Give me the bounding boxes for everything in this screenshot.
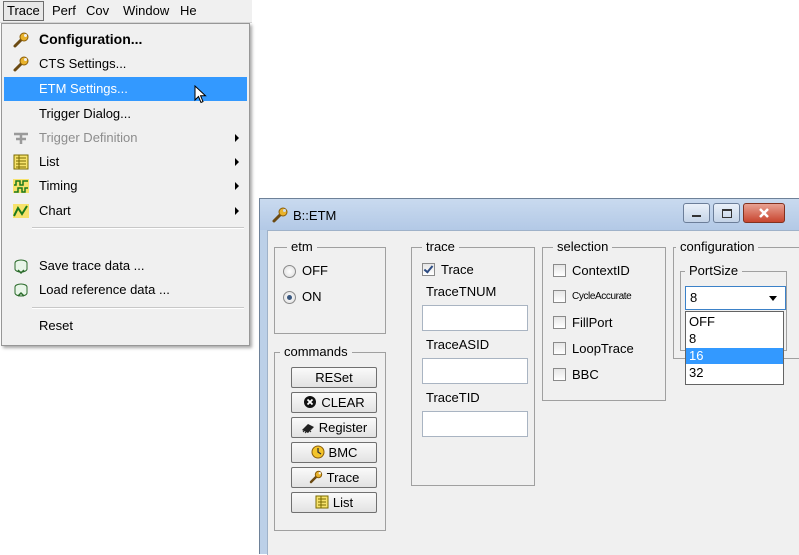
trace-menu: Configuration... CTS Settings... ETM Set… xyxy=(1,23,250,346)
menu-item-save-trace-data[interactable]: Save trace data ... xyxy=(4,254,247,278)
portsize-selected-value: 8 xyxy=(690,290,698,305)
menu-item-list[interactable]: List xyxy=(4,150,247,174)
menu-trace[interactable]: Trace xyxy=(3,1,44,21)
fillport-label[interactable]: FillPort xyxy=(572,315,612,330)
list-button[interactable]: List xyxy=(291,492,377,513)
portsize-option-32[interactable]: 32 xyxy=(686,365,783,381)
trace-checkbox[interactable] xyxy=(422,263,435,276)
portsize-option-off[interactable]: OFF xyxy=(686,314,783,330)
reset-button[interactable]: RESet xyxy=(291,367,377,388)
portsize-select[interactable]: 8 xyxy=(685,286,786,310)
menu-item-cts-settings[interactable]: CTS Settings... xyxy=(4,52,247,76)
submenu-arrow-icon xyxy=(235,207,239,215)
menu-item-etm-settings[interactable]: ETM Settings... xyxy=(4,77,247,104)
traceasid-input[interactable] xyxy=(422,358,528,384)
maximize-button[interactable] xyxy=(713,203,740,223)
portsize-label: PortSize xyxy=(685,263,743,278)
menu-separator xyxy=(32,227,244,229)
traceasid-label: TraceASID xyxy=(423,337,493,352)
contextid-label[interactable]: ContextID xyxy=(572,263,630,278)
clear-icon xyxy=(304,396,317,408)
menu-item-reset[interactable]: Reset xyxy=(4,314,247,338)
chip-icon xyxy=(301,424,314,434)
wrench-icon xyxy=(13,32,29,48)
configuration-group-title: configuration xyxy=(676,239,759,254)
commands-group-title: commands xyxy=(280,344,352,359)
chart-icon xyxy=(13,204,29,218)
close-icon xyxy=(759,208,769,218)
chevron-down-icon xyxy=(769,296,777,301)
bmc-clock-icon xyxy=(311,445,325,459)
menu-perf[interactable]: Perf xyxy=(52,3,76,19)
etm-group: etm OFF ON xyxy=(274,239,386,334)
menu-item-trigger-definition: Trigger Definition xyxy=(4,126,247,150)
menu-cov[interactable]: Cov xyxy=(86,3,109,19)
menu-window[interactable]: Window xyxy=(123,3,169,19)
window-client-area: etm OFF ON commands RESet CLEAR Register xyxy=(267,230,799,555)
timing-icon xyxy=(13,179,29,193)
menu-item-trigger-dialog[interactable]: Trigger Dialog... xyxy=(4,102,247,126)
minimize-icon xyxy=(692,215,701,217)
menu-item-configuration[interactable]: Configuration... xyxy=(4,28,247,52)
cycleaccurate-label[interactable]: CycleAccurate xyxy=(572,291,632,302)
maximize-icon xyxy=(722,209,732,218)
etm-off-label[interactable]: OFF xyxy=(302,263,328,278)
menu-bar: Trace Perf Cov Window He xyxy=(0,0,252,23)
etm-on-label[interactable]: ON xyxy=(302,289,322,304)
trace-group-title: trace xyxy=(422,239,459,254)
wrench-icon xyxy=(272,207,288,223)
etm-on-radio[interactable] xyxy=(283,291,296,304)
tracetid-label: TraceTID xyxy=(423,390,483,405)
bbc-checkbox[interactable] xyxy=(553,368,566,381)
close-button[interactable] xyxy=(743,203,785,223)
cycleaccurate-checkbox[interactable] xyxy=(553,290,566,303)
register-button[interactable]: Register xyxy=(291,417,377,438)
trigger-icon xyxy=(14,132,28,144)
menu-separator xyxy=(32,307,244,309)
portsize-option-16[interactable]: 16 xyxy=(686,348,783,364)
submenu-arrow-icon xyxy=(235,182,239,190)
list-icon xyxy=(13,154,29,170)
selection-group: selection ContextID CycleAccurate FillPo… xyxy=(542,239,666,401)
minimize-button[interactable] xyxy=(683,203,710,223)
trace-button[interactable]: Trace xyxy=(291,467,377,488)
bbc-label[interactable]: BBC xyxy=(572,367,599,382)
save-data-icon xyxy=(14,259,28,275)
trace-checkbox-label[interactable]: Trace xyxy=(441,262,474,277)
menu-item-chart[interactable]: Chart xyxy=(4,199,247,223)
window-title: B::ETM xyxy=(293,208,337,223)
portsize-option-8[interactable]: 8 xyxy=(686,331,783,347)
submenu-arrow-icon xyxy=(235,158,239,166)
menu-item-load-reference-data[interactable]: Load reference data ... xyxy=(4,278,247,302)
fillport-checkbox[interactable] xyxy=(553,316,566,329)
looptrace-label[interactable]: LoopTrace xyxy=(572,341,634,356)
wrench-icon xyxy=(309,470,322,484)
submenu-arrow-icon xyxy=(235,134,239,142)
portsize-options-list: OFF 8 16 32 xyxy=(685,311,784,385)
tracetid-input[interactable] xyxy=(422,411,528,437)
tracetnum-label: TraceTNUM xyxy=(423,284,500,299)
etm-group-title: etm xyxy=(287,239,317,254)
load-data-icon xyxy=(14,283,28,297)
contextid-checkbox[interactable] xyxy=(553,264,566,277)
list-icon xyxy=(315,495,329,509)
clear-button[interactable]: CLEAR xyxy=(291,392,377,413)
etm-off-radio[interactable] xyxy=(283,265,296,278)
looptrace-checkbox[interactable] xyxy=(553,342,566,355)
wrench-icon xyxy=(13,56,29,72)
selection-group-title: selection xyxy=(553,239,613,254)
trace-group: trace Trace TraceTNUM TraceASID TraceTID xyxy=(411,239,535,486)
menu-help[interactable]: He xyxy=(180,3,197,19)
bmc-button[interactable]: BMC xyxy=(291,442,377,463)
window-titlebar[interactable]: B::ETM xyxy=(260,199,799,230)
tracetnum-input[interactable] xyxy=(422,305,528,331)
menu-item-timing[interactable]: Timing xyxy=(4,174,247,198)
